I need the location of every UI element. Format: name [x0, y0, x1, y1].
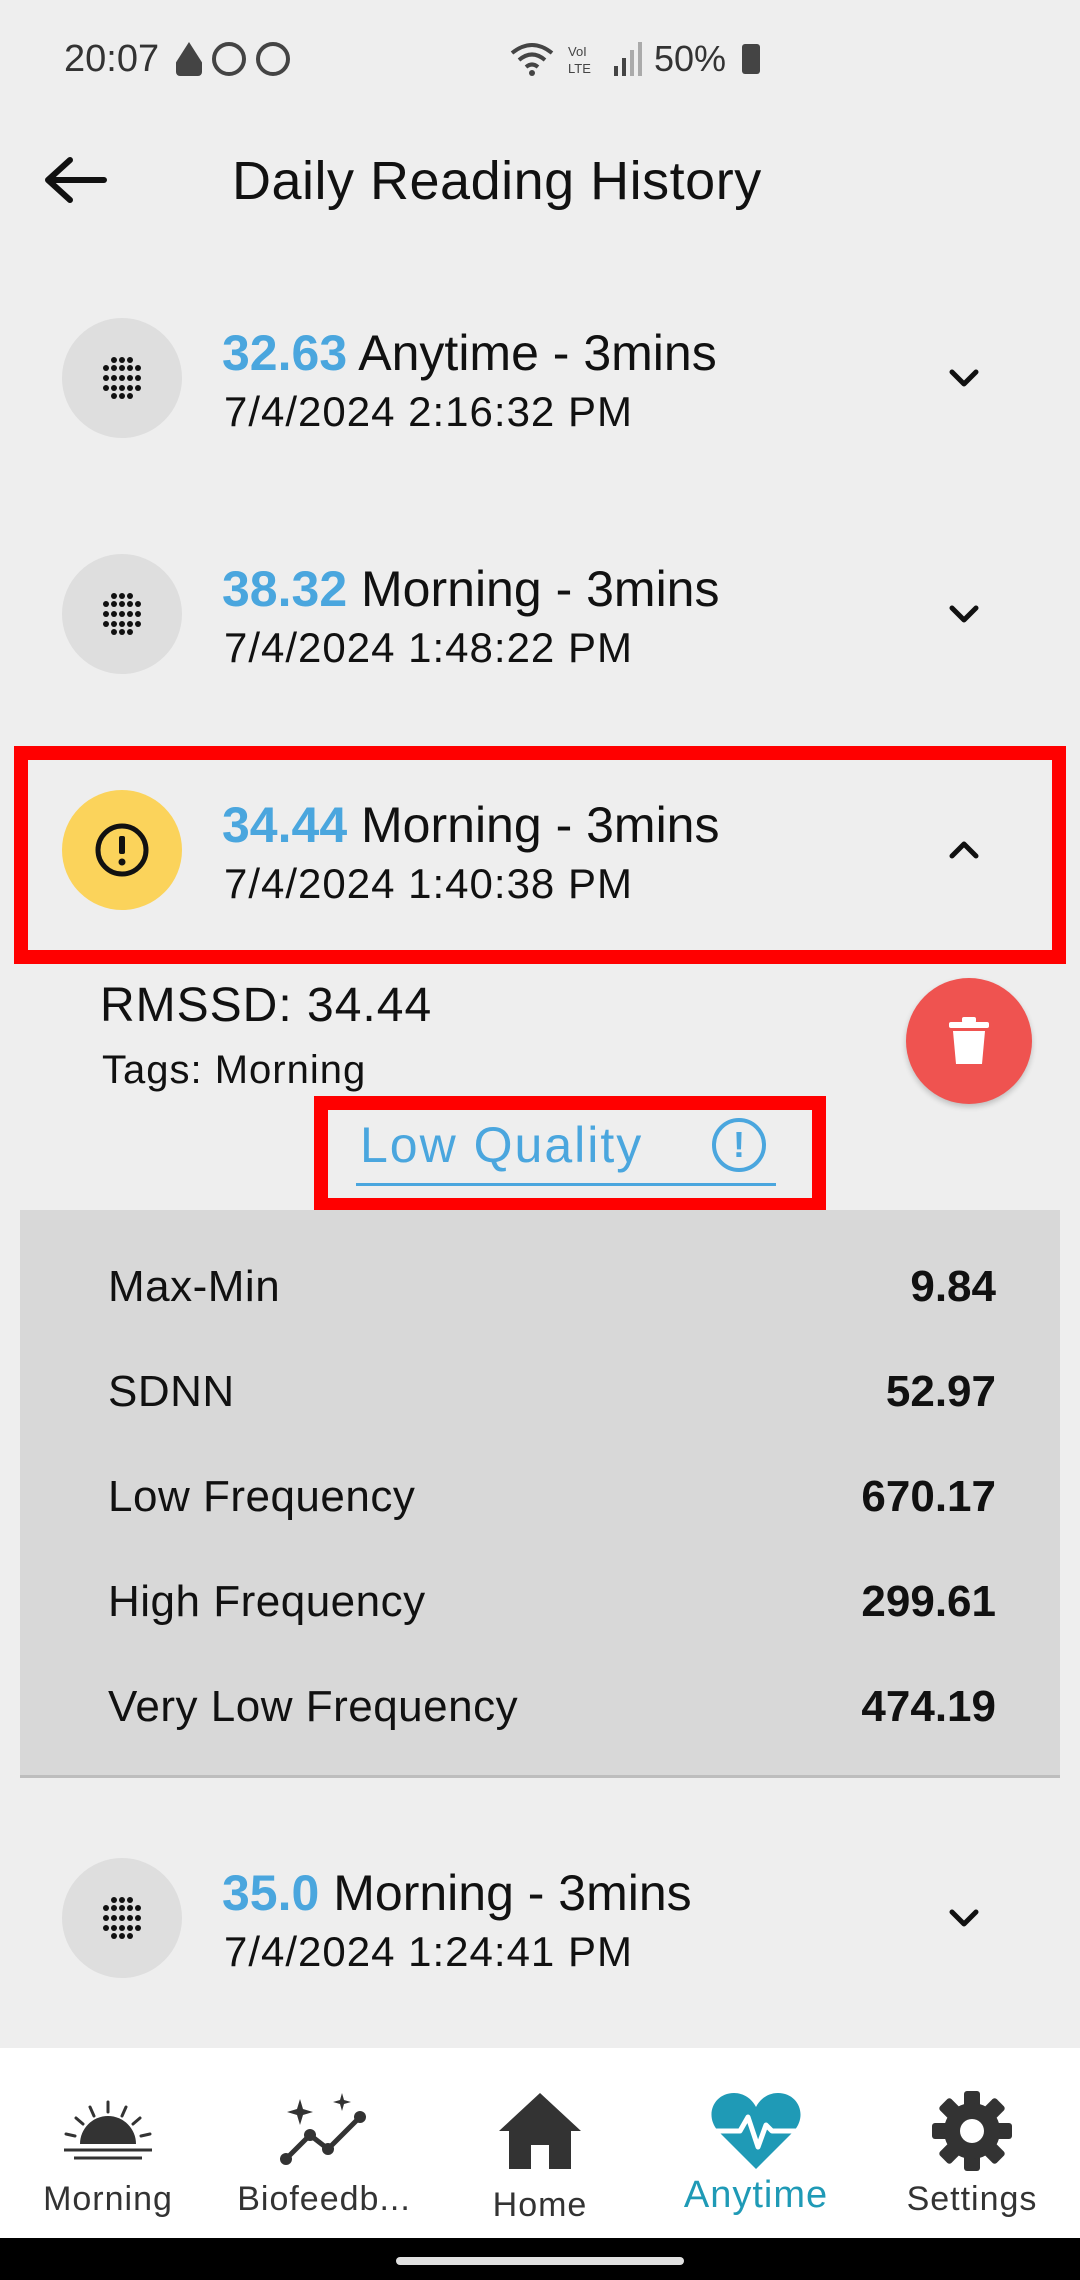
- metric-value: 670.17: [861, 1472, 996, 1521]
- metric-row: SDNN 52.97: [20, 1335, 1060, 1440]
- home-gesture-pill[interactable]: [396, 2257, 684, 2265]
- nav-label: Settings: [906, 2180, 1038, 2218]
- reading-avatar: [62, 554, 182, 674]
- mosque-icon: [176, 42, 202, 76]
- reading-title: 38.32 Morning - 3mins: [222, 560, 719, 618]
- nav-label: Morning: [43, 2180, 173, 2218]
- metric-row: Very Low Frequency 474.19: [20, 1650, 1060, 1755]
- nav-item-morning[interactable]: Morning: [0, 2048, 216, 2238]
- trash-icon: [949, 1017, 989, 1064]
- delete-button[interactable]: [906, 978, 1032, 1104]
- reading-title: 35.0 Morning - 3mins: [222, 1864, 692, 1922]
- nav-item-settings[interactable]: Settings: [864, 2048, 1080, 2238]
- metric-label: Very Low Frequency: [108, 1682, 519, 1731]
- nav-item-anytime[interactable]: Anytime: [648, 2048, 864, 2238]
- nav-item-home[interactable]: Home: [432, 2048, 648, 2238]
- nav-item-biofeedback[interactable]: Biofeedb...: [216, 2048, 432, 2238]
- nav-label: Biofeedb...: [237, 2180, 411, 2218]
- metric-value: 299.61: [861, 1577, 996, 1626]
- chevron-down-icon[interactable]: [940, 1898, 988, 1938]
- status-notification-icons: [176, 42, 290, 76]
- reading-label: Morning - 3mins: [333, 1865, 692, 1921]
- vpn-icon: [212, 42, 246, 76]
- reading-title: 32.63 Anytime - 3mins: [222, 324, 717, 382]
- reading-score: 32.63: [222, 325, 348, 381]
- status-system-icons: VoI LTE 50%: [510, 38, 761, 80]
- wifi-icon: [510, 43, 554, 76]
- app-header: Daily Reading History: [0, 130, 1080, 230]
- metric-row: High Frequency 299.61: [20, 1545, 1060, 1650]
- signal-icon: [614, 42, 642, 76]
- chevron-down-icon[interactable]: [940, 594, 988, 634]
- nav-label: Anytime: [683, 2174, 829, 2216]
- tags-text: Tags: Morning: [102, 1048, 367, 1092]
- metric-value: 474.19: [861, 1682, 996, 1731]
- sunrise-icon: [58, 2086, 158, 2176]
- svg-text:LTE: LTE: [568, 61, 591, 76]
- shazam-icon: [256, 42, 290, 76]
- bottom-nav: Morning Biofeedb... Home Anytime Setting…: [0, 2048, 1080, 2238]
- volte-icon: VoI LTE: [568, 44, 591, 76]
- svg-text:VoI: VoI: [568, 44, 587, 59]
- dots-icon: [103, 357, 141, 399]
- reading-item[interactable]: 35.0 Morning - 3mins 7/4/2024 1:24:41 PM: [0, 1828, 1080, 2008]
- rmssd-value: RMSSD: 34.44: [100, 979, 433, 1032]
- metric-row: Low Frequency 670.17: [20, 1440, 1060, 1545]
- highlight-box-reading: [14, 746, 1066, 964]
- page-title: Daily Reading History: [232, 151, 762, 211]
- metric-label: Low Frequency: [108, 1472, 416, 1521]
- reading-label: Anytime - 3mins: [358, 325, 717, 381]
- status-bar: 20:07 VoI LTE 50%: [0, 0, 1080, 130]
- reading-score: 38.32: [222, 561, 348, 617]
- dots-icon: [103, 593, 141, 635]
- reading-avatar: [62, 318, 182, 438]
- reading-datetime: 7/4/2024 1:48:22 PM: [224, 624, 633, 671]
- battery-icon: [742, 44, 761, 74]
- dots-icon: [103, 1897, 141, 1939]
- metric-label: Max-Min: [108, 1262, 281, 1311]
- metrics-panel: Max-Min 9.84 SDNN 52.97 Low Frequency 67…: [20, 1210, 1060, 1778]
- metric-value: 9.84: [910, 1262, 996, 1311]
- reading-datetime: 7/4/2024 2:16:32 PM: [224, 388, 633, 435]
- nav-label: Home: [492, 2186, 588, 2224]
- metric-label: High Frequency: [108, 1577, 426, 1626]
- metric-label: SDNN: [108, 1367, 235, 1416]
- system-nav-bar: [0, 2238, 1080, 2280]
- gear-icon: [922, 2086, 1022, 2176]
- metric-row: Max-Min 9.84: [20, 1230, 1060, 1335]
- heart-pulse-icon: [706, 2086, 806, 2176]
- battery-percent: 50%: [654, 38, 727, 79]
- sparkle-chart-icon: [274, 2086, 374, 2176]
- reading-item[interactable]: 32.63 Anytime - 3mins 7/4/2024 2:16:32 P…: [0, 288, 1080, 468]
- home-icon: [490, 2086, 590, 2176]
- highlight-box-quality: [314, 1096, 826, 1212]
- status-time: 20:07: [64, 38, 160, 80]
- reading-label: Morning - 3mins: [361, 561, 720, 617]
- reading-avatar: [62, 1858, 182, 1978]
- back-arrow-icon[interactable]: [40, 152, 110, 208]
- chevron-down-icon[interactable]: [940, 358, 988, 398]
- metric-value: 52.97: [885, 1367, 996, 1416]
- reading-score: 35.0: [222, 1865, 320, 1921]
- reading-datetime: 7/4/2024 1:24:41 PM: [224, 1928, 633, 1975]
- reading-item[interactable]: 38.32 Morning - 3mins 7/4/2024 1:48:22 P…: [0, 524, 1080, 704]
